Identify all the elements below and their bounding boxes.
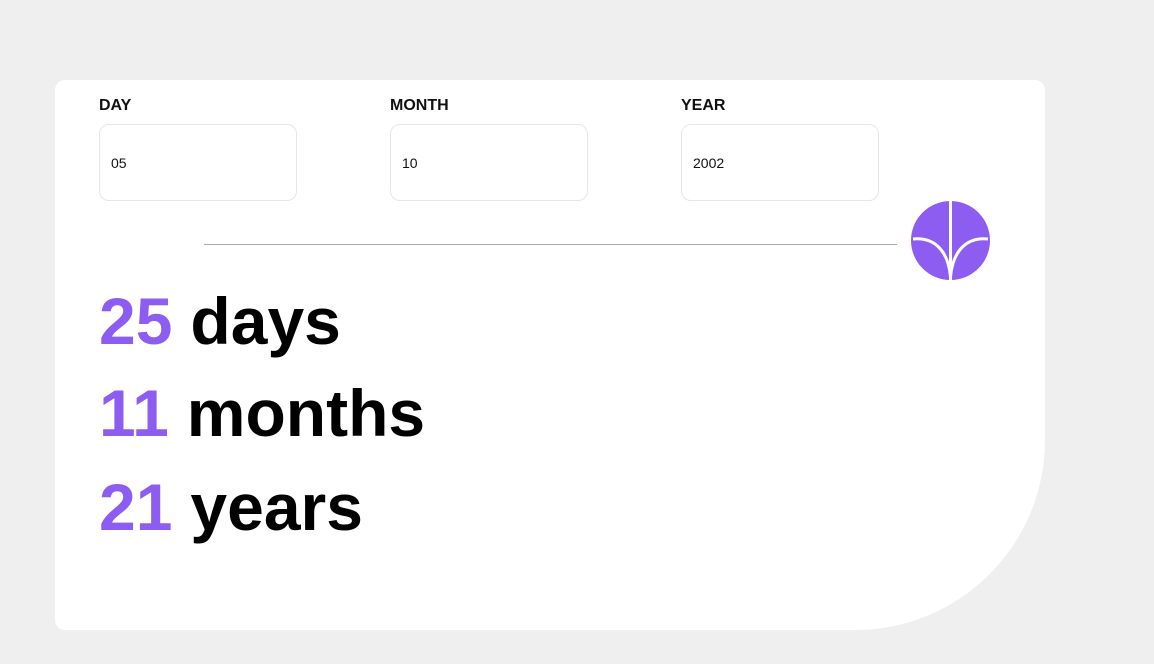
months-number: 11 [99,376,169,450]
day-input[interactable] [99,124,297,201]
days-number: 25 [99,284,173,358]
days-unit: days [190,284,341,358]
day-field: DAY [99,97,297,201]
divider [204,244,897,245]
month-label: MONTH [390,97,449,114]
arrow-down-icon [912,201,989,280]
age-calculator-card: DAY MONTH YEAR 25days 11months 21years [55,80,1045,630]
years-number: 21 [99,470,173,544]
result-years: 21 years [99,474,363,540]
year-label: YEAR [681,97,726,114]
month-field: MONTH [390,97,588,201]
result-days: 25 days [99,288,341,354]
months-unit: months [186,376,426,450]
years-unit: years [190,470,363,544]
year-input[interactable] [681,124,879,201]
day-label: DAY [99,97,132,114]
month-input[interactable] [390,124,588,201]
result-months: 11 months [99,380,425,446]
submit-button[interactable] [911,201,990,280]
year-field: YEAR [681,97,879,201]
